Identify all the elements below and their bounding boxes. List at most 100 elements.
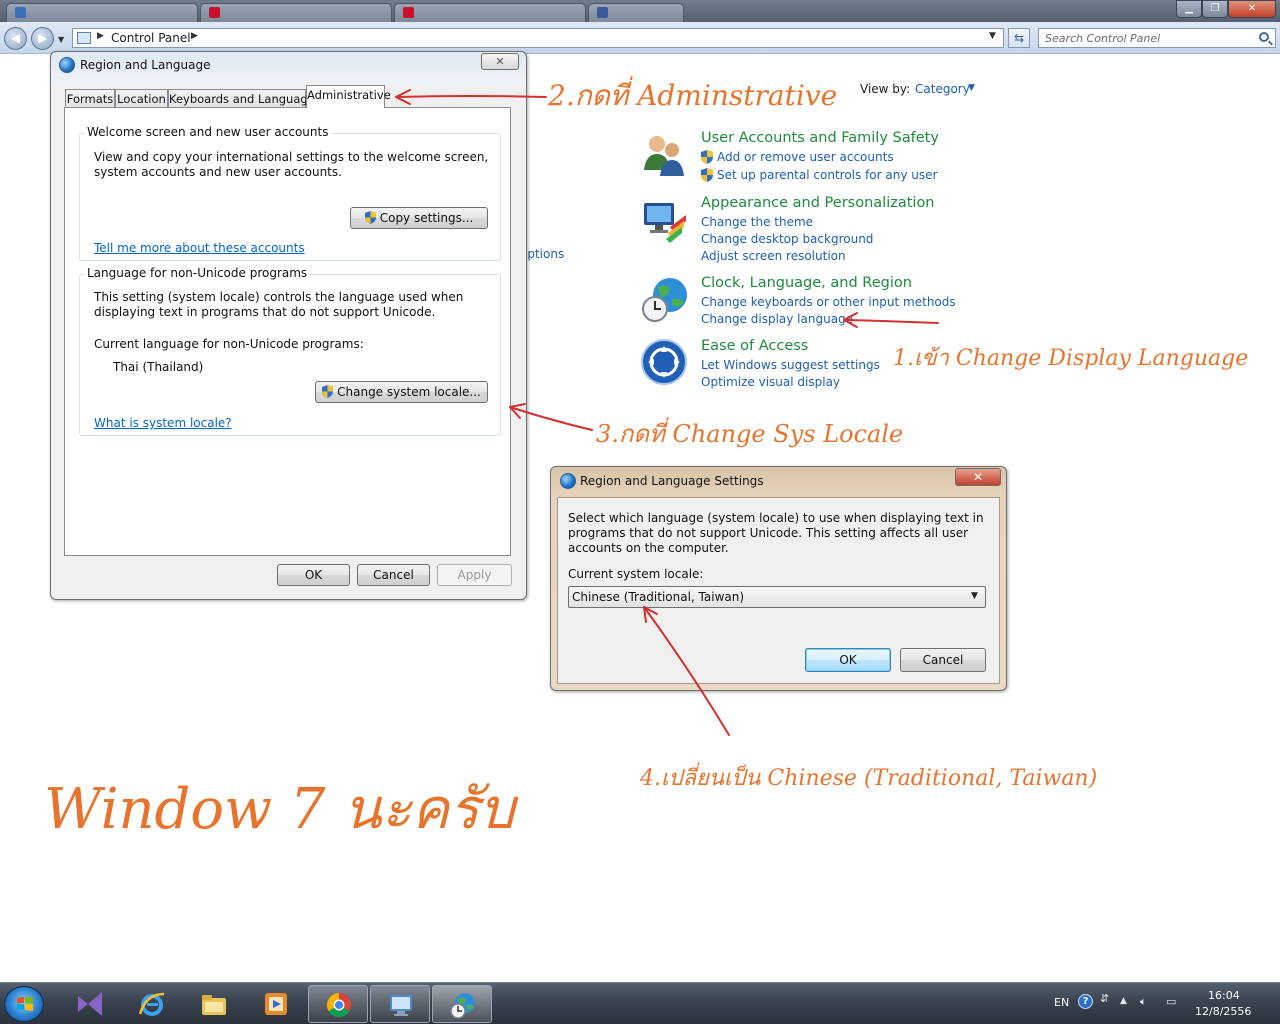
tab-favicon xyxy=(597,7,608,18)
ok-button[interactable]: OK xyxy=(277,564,350,586)
category-title-user-accounts[interactable]: User Accounts and Family Safety xyxy=(701,130,939,146)
taskbar-windows-explorer[interactable] xyxy=(184,985,244,1023)
taskbar-chrome[interactable] xyxy=(308,985,368,1023)
control-panel-icon xyxy=(77,32,91,44)
clock-time[interactable]: 16:04 xyxy=(1208,989,1240,1002)
close-button[interactable]: ✕ xyxy=(955,468,1001,486)
link-add-remove-accounts[interactable]: Add or remove user accounts xyxy=(717,150,894,164)
ok-button[interactable]: OK xyxy=(805,648,891,672)
taskbar-internet-explorer[interactable] xyxy=(122,985,182,1023)
apply-button[interactable]: Apply xyxy=(437,564,512,586)
uac-shield-icon xyxy=(701,150,713,164)
show-hidden-icons-icon[interactable]: ▲ xyxy=(1120,996,1127,1006)
media-player-icon xyxy=(265,993,287,1015)
remote-desktop-icon xyxy=(390,995,412,1016)
search-input[interactable] xyxy=(1039,29,1255,47)
taskbar-media-player[interactable] xyxy=(246,985,306,1023)
tab-administrative[interactable]: Administrative xyxy=(306,85,391,108)
taskbar-region-language[interactable] xyxy=(432,985,492,1023)
view-by-dropdown[interactable]: Category xyxy=(915,82,970,96)
tab-page: Welcome screen and new user accounts Vie… xyxy=(64,107,511,556)
link-change-keyboards[interactable]: Change keyboards or other input methods xyxy=(701,295,956,309)
copy-settings-label: Copy settings... xyxy=(379,211,474,225)
close-button[interactable]: ✕ xyxy=(481,53,519,70)
globe-icon xyxy=(59,57,75,73)
current-language-value: Thai (Thailand) xyxy=(113,360,204,374)
welcome-group-title: Welcome screen and new user accounts xyxy=(84,125,332,139)
welcome-description: View and copy your international setting… xyxy=(94,150,489,179)
browser-tab[interactable] xyxy=(200,3,392,22)
browser-tab[interactable] xyxy=(394,3,586,22)
window-close-button[interactable]: ✕ xyxy=(1228,0,1276,18)
system-locale-select[interactable]: Chinese (Traditional, Taiwan) ▼ xyxy=(568,586,986,608)
history-dropdown-icon[interactable]: ▼ xyxy=(58,35,64,44)
minimize-button[interactable]: ▁ xyxy=(1176,0,1202,18)
link-windows-suggest-settings[interactable]: Let Windows suggest settings xyxy=(701,358,880,372)
language-indicator[interactable]: EN xyxy=(1054,996,1069,1009)
address-dropdown-icon[interactable]: ▼ xyxy=(989,31,996,41)
annotation-arrow xyxy=(843,319,939,324)
non-unicode-description: This setting (system locale) controls th… xyxy=(94,290,464,319)
change-system-locale-button[interactable]: Change system locale... xyxy=(315,381,488,403)
maximize-button[interactable]: ❐ xyxy=(1202,0,1228,18)
breadcrumb-control-panel[interactable]: Control Panel xyxy=(111,31,191,45)
dialog-title: Region and Language Settings xyxy=(580,474,764,488)
dialog-body: Select which language (system locale) to… xyxy=(557,497,1000,684)
chrome-icon xyxy=(326,993,351,1018)
link-change-background[interactable]: Change desktop background xyxy=(701,232,873,246)
browser-tab[interactable] xyxy=(6,3,198,22)
ease-of-access-icon[interactable] xyxy=(640,338,688,386)
link-screen-resolution[interactable]: Adjust screen resolution xyxy=(701,249,846,263)
browser-tab-bar: ▁ ❐ ✕ xyxy=(0,0,1280,22)
non-unicode-group-title: Language for non-Unicode programs xyxy=(84,266,311,280)
action-center-icon[interactable]: ▭ xyxy=(1166,995,1176,1008)
region-language-dialog: Region and Language ✕ Formats Location K… xyxy=(50,51,527,600)
appearance-icon[interactable] xyxy=(640,197,688,245)
annotation-step-2: 2.กดที่ Adminstrative xyxy=(548,79,838,112)
taskbar-visual-studio[interactable] xyxy=(60,985,120,1023)
search-icon[interactable] xyxy=(1259,32,1269,42)
refresh-button[interactable]: ⇆ xyxy=(1008,28,1030,48)
volume-icon[interactable]: 🔈︎ xyxy=(1140,995,1147,1009)
clock-language-icon[interactable] xyxy=(640,275,688,323)
close-icon: ✕ xyxy=(495,55,505,68)
network-status-icon[interactable]: ⇵ xyxy=(1100,992,1109,1005)
category-title-clock-language[interactable]: Clock, Language, and Region xyxy=(701,275,912,291)
windows-logo-icon xyxy=(17,997,33,1011)
copy-settings-button[interactable]: Copy settings... xyxy=(350,207,488,229)
tab-location[interactable]: Location xyxy=(115,89,168,109)
browser-tab[interactable] xyxy=(588,3,684,22)
back-button[interactable]: ◀ xyxy=(4,27,27,50)
help-icon[interactable]: ? xyxy=(1078,994,1093,1009)
link-change-display-language[interactable]: Change display language xyxy=(701,312,853,326)
address-bar[interactable]: ▶ Control Panel ▶ ▼ xyxy=(72,28,1004,48)
tab-formats[interactable]: Formats xyxy=(65,89,115,109)
breadcrumb-chevron-icon[interactable]: ▶ xyxy=(191,31,198,41)
user-accounts-icon[interactable] xyxy=(640,130,688,178)
link-optimize-visual-display[interactable]: Optimize visual display xyxy=(701,375,840,389)
link-change-theme[interactable]: Change the theme xyxy=(701,215,813,229)
annotation-caption: Window 7 นะครับ xyxy=(44,777,515,842)
what-is-system-locale-link[interactable]: What is system locale? xyxy=(94,416,232,430)
internet-explorer-icon xyxy=(138,992,165,1016)
globe-icon xyxy=(560,473,576,489)
search-box[interactable] xyxy=(1038,28,1276,48)
tab-favicon xyxy=(15,7,26,18)
clock-date[interactable]: 12/8/2556 xyxy=(1195,1005,1251,1018)
category-title-ease-of-access[interactable]: Ease of Access xyxy=(701,338,808,354)
category-title-appearance[interactable]: Appearance and Personalization xyxy=(701,195,935,211)
windows-explorer-icon xyxy=(202,995,226,1015)
cancel-button[interactable]: Cancel xyxy=(357,564,430,586)
forward-button[interactable]: ▶ xyxy=(31,27,54,50)
chevron-down-icon[interactable]: ▼ xyxy=(968,83,975,93)
link-parental-controls[interactable]: Set up parental controls for any user xyxy=(717,168,937,182)
uac-shield-icon xyxy=(322,385,334,398)
taskbar-remote-desktop[interactable] xyxy=(370,985,430,1023)
breadcrumb-chevron-icon[interactable]: ▶ xyxy=(97,31,104,41)
chevron-down-icon[interactable]: ▼ xyxy=(971,591,978,601)
tab-keyboards-and-languages[interactable]: Keyboards and Languages xyxy=(168,89,321,109)
tell-me-more-link[interactable]: Tell me more about these accounts xyxy=(94,241,305,255)
start-button[interactable] xyxy=(4,986,44,1022)
tab-label: Keyboards and Languages xyxy=(169,92,321,106)
cancel-button[interactable]: Cancel xyxy=(900,648,986,672)
